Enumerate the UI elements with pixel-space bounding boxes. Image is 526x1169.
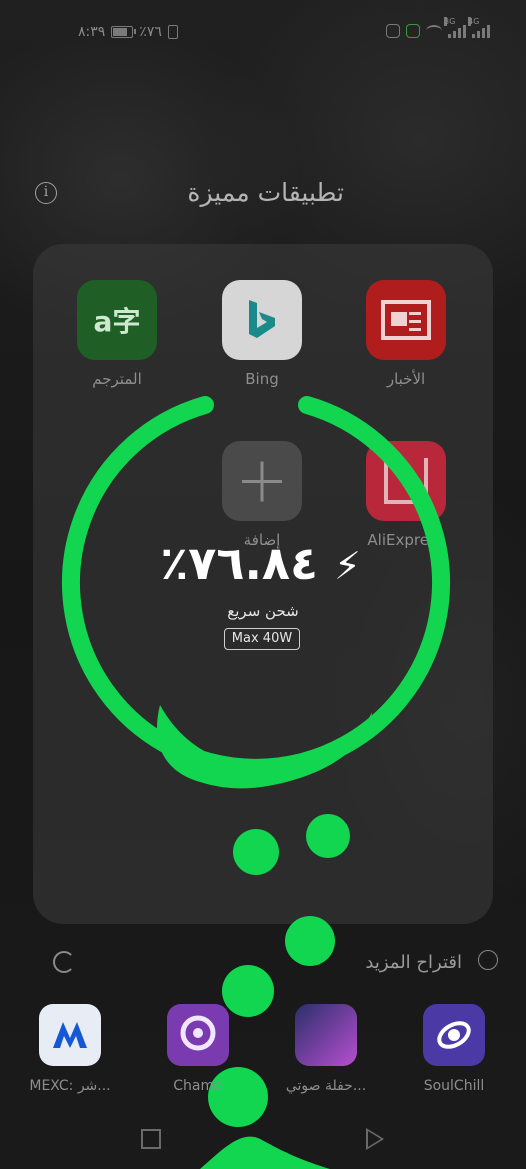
app-label: الأخبار bbox=[386, 370, 426, 388]
charge-percent-display: ٪٧٦.٨٤ ⚡ bbox=[0, 536, 526, 590]
suggested-app-chame[interactable]: Chame bbox=[143, 1004, 253, 1094]
suggested-app-mexc[interactable]: MEXC: شر... bbox=[15, 1004, 125, 1094]
instagram-icon bbox=[386, 24, 400, 38]
app-add[interactable]: إضافة bbox=[212, 441, 312, 549]
mexc-icon bbox=[39, 1004, 101, 1066]
charge-percent-value: ٪٧٦.٨٤ bbox=[160, 536, 319, 590]
app-label: SoulChill bbox=[423, 1078, 485, 1094]
page-title: تطبيقات مميزة bbox=[187, 178, 344, 207]
status-bar: ٨:٣٩ ٪٧٦ 3G 4G bbox=[0, 0, 526, 64]
signal-4g-icon: 4G bbox=[468, 16, 490, 38]
recent-apps-button[interactable] bbox=[141, 1129, 161, 1149]
wifi-icon bbox=[426, 25, 442, 37]
clock-time: ٨:٣٩ bbox=[78, 24, 106, 40]
soulchill-icon bbox=[423, 1004, 485, 1066]
status-right: 3G 4G bbox=[386, 16, 490, 38]
suggest-more-label[interactable]: اقتراح المزيد bbox=[365, 952, 462, 973]
app-news[interactable]: الأخبار bbox=[356, 280, 456, 388]
status-left: ٨:٣٩ ٪٧٦ bbox=[78, 24, 178, 40]
app-label: المترجم bbox=[92, 370, 142, 388]
app-label: Chame bbox=[173, 1078, 223, 1094]
bing-icon bbox=[222, 280, 302, 360]
refresh-icon[interactable] bbox=[53, 951, 75, 973]
translate-icon: a字 bbox=[77, 280, 157, 360]
app-label: MEXC: شر... bbox=[29, 1078, 111, 1094]
battery-icon bbox=[111, 26, 137, 38]
suggest-more-icon[interactable] bbox=[478, 950, 498, 970]
max-power-badge: Max 40W bbox=[224, 628, 300, 650]
app-translator[interactable]: a字 المترجم bbox=[67, 280, 167, 388]
lightning-bolt-icon: ⚡ bbox=[334, 544, 362, 588]
chame-icon bbox=[167, 1004, 229, 1066]
signal-3g-icon: 3G bbox=[444, 16, 466, 38]
notification-app-icon bbox=[406, 24, 420, 38]
app-label: Bing bbox=[245, 370, 279, 388]
battery-percent: ٪٧٦ bbox=[139, 24, 162, 40]
info-icon[interactable]: i bbox=[35, 182, 57, 204]
news-icon bbox=[366, 280, 446, 360]
vibrate-icon bbox=[167, 25, 178, 39]
add-icon bbox=[222, 441, 302, 521]
voice-party-icon bbox=[295, 1004, 357, 1066]
app-label: حفلة صوتي... bbox=[285, 1078, 367, 1094]
app-bing[interactable]: Bing bbox=[212, 280, 312, 388]
suggested-app-voice-party[interactable]: حفلة صوتي... bbox=[271, 1004, 381, 1094]
back-button[interactable] bbox=[366, 1128, 384, 1150]
aliexpress-icon bbox=[366, 441, 446, 521]
fast-charge-label: شحن سريع bbox=[227, 602, 299, 620]
suggested-app-soulchill[interactable]: SoulChill bbox=[399, 1004, 509, 1094]
app-aliexpress[interactable]: AliExpress bbox=[356, 441, 456, 549]
